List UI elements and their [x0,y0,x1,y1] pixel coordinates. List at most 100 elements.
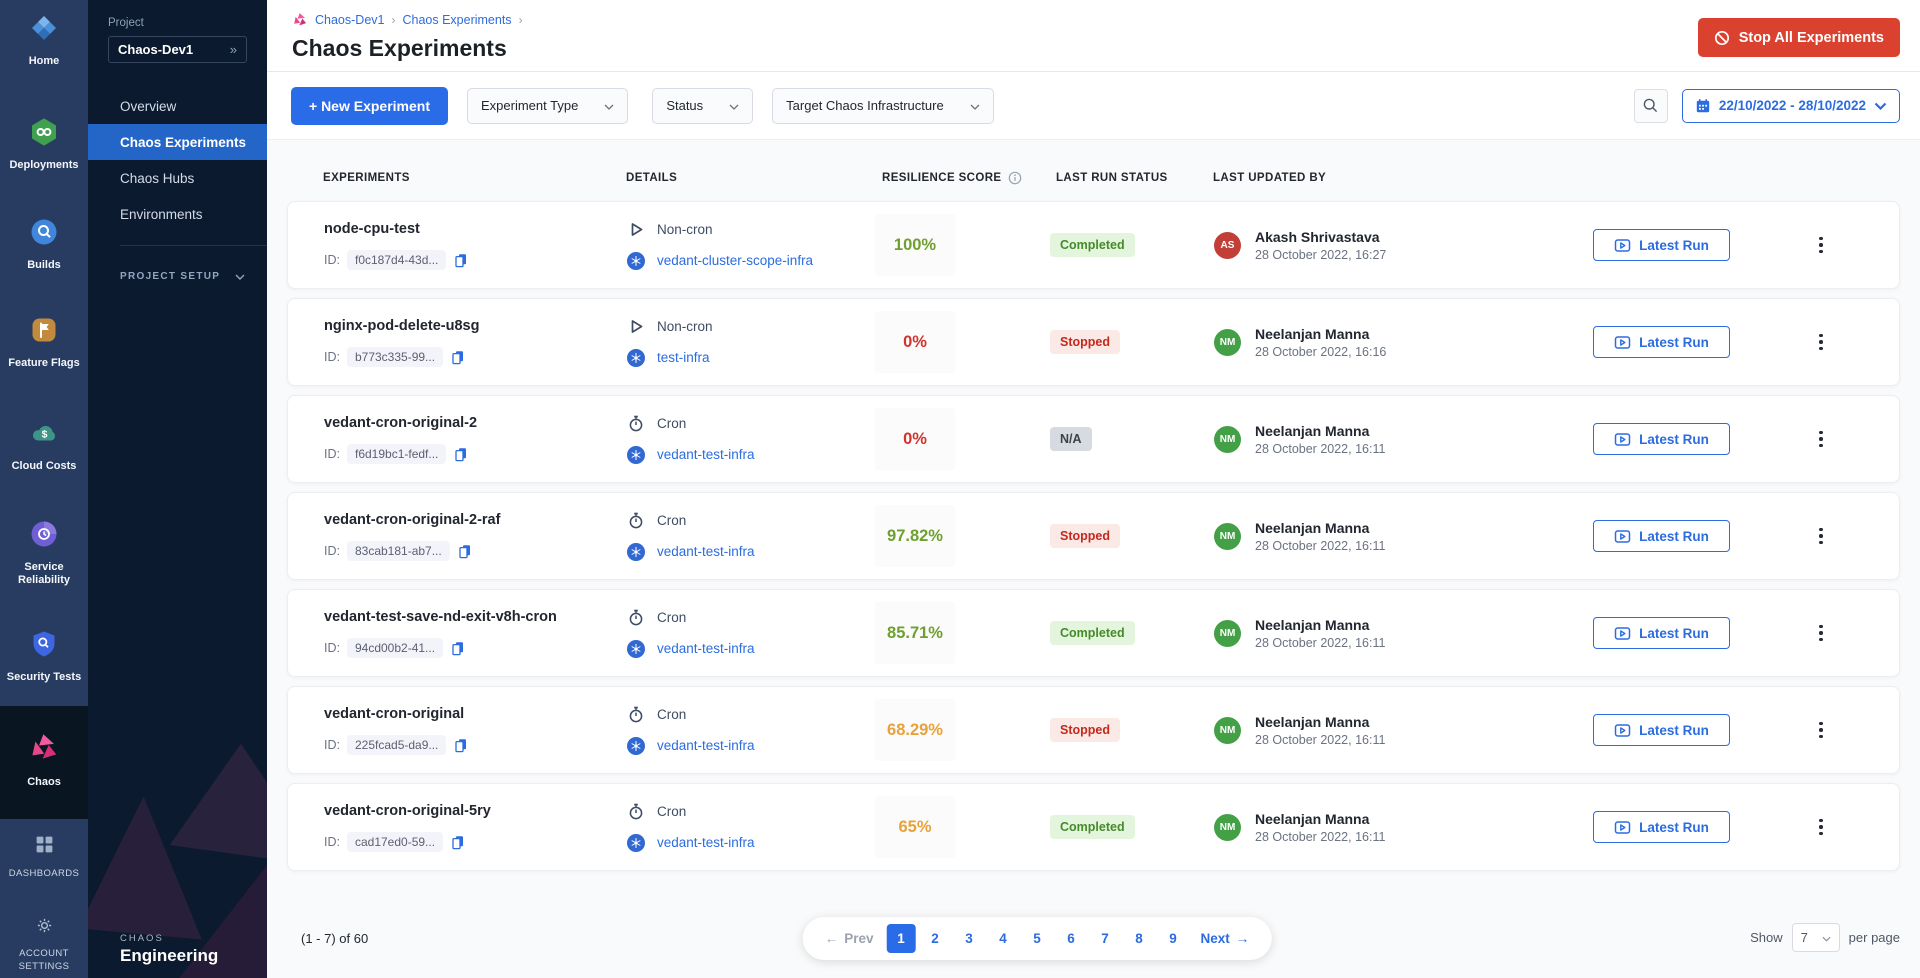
latest-run-button[interactable]: Latest Run [1593,326,1730,358]
nav-item-security-tests[interactable]: Security Tests [0,629,88,684]
experiment-name[interactable]: vedant-cron-original-2 [324,415,627,431]
experiment-row[interactable]: vedant-cron-original-2 ID: f6d19bc1-fedf… [287,395,1900,483]
copy-icon[interactable] [450,834,466,850]
experiment-name[interactable]: vedant-cron-original [324,706,627,722]
nav-item-deployments[interactable]: Deployments [0,117,88,172]
page-button[interactable]: 8 [1125,924,1154,953]
copy-icon[interactable] [453,446,469,462]
project-setup-section[interactable]: PROJECT SETUP [88,267,267,285]
toolbar: + New Experiment Experiment Type Status … [267,72,1920,140]
date-range-picker[interactable]: 22/10/2022 - 28/10/2022 [1682,89,1900,123]
nav-item-account-settings[interactable]: ACCOUNT SETTINGS [0,916,88,973]
sidebar-item-chaos-hubs[interactable]: Chaos Hubs [88,160,267,196]
search-button[interactable] [1634,89,1668,123]
copy-icon[interactable] [453,737,469,753]
expand-chevrons-icon[interactable]: » [230,42,237,57]
nav-item-builds[interactable]: Builds [0,217,88,272]
page-button[interactable]: 5 [1023,924,1052,953]
row-menu-kebab-icon[interactable] [1813,714,1829,746]
nav-item-feature-flags[interactable]: Feature Flags [0,315,88,370]
infrastructure-link[interactable]: vedant-test-infra [657,447,755,462]
row-menu-kebab-icon[interactable] [1813,811,1829,843]
page-button[interactable]: 3 [955,924,984,953]
page-button[interactable]: 9 [1159,924,1188,953]
row-menu-kebab-icon[interactable] [1813,229,1829,261]
latest-run-button[interactable]: Latest Run [1593,520,1730,552]
experiment-name[interactable]: vedant-test-save-nd-exit-v8h-cron [324,609,627,625]
infrastructure-link[interactable]: test-infra [657,350,710,365]
latest-run-button[interactable]: Latest Run [1593,811,1730,843]
stop-all-experiments-button[interactable]: Stop All Experiments [1698,18,1900,57]
experiment-name[interactable]: node-cpu-test [324,221,627,237]
new-experiment-button[interactable]: + New Experiment [291,87,448,125]
experiment-row[interactable]: nginx-pod-delete-u8sg ID: b773c335-99...… [287,298,1900,386]
status-filter[interactable]: Status [652,88,753,124]
experiment-row[interactable]: vedant-test-save-nd-exit-v8h-cron ID: 94… [287,589,1900,677]
copy-icon[interactable] [450,349,466,365]
experiment-name[interactable]: vedant-cron-original-5ry [324,803,627,819]
nav-item-dashboards[interactable]: DASHBOARDS [0,834,88,880]
infrastructure-link[interactable]: vedant-test-infra [657,835,755,850]
score-cell: 97.82% [875,505,1050,567]
page-size-select[interactable]: 7 [1792,923,1840,952]
infrastructure-link[interactable]: vedant-test-infra [657,641,755,656]
nav-item-home[interactable]: Home [0,13,88,68]
breadcrumb-link-experiments[interactable]: Chaos Experiments [402,13,511,27]
sidebar-item-environments[interactable]: Environments [88,196,267,232]
nav-item-service-reliability[interactable]: Service Reliability [0,519,88,587]
page-button[interactable]: 2 [921,924,950,953]
copy-icon[interactable] [453,252,469,268]
page-button[interactable]: 7 [1091,924,1120,953]
updated-date: 28 October 2022, 16:11 [1255,442,1385,456]
page-button[interactable]: 6 [1057,924,1086,953]
nav-item-chaos-active[interactable]: Chaos [0,706,88,819]
schedule-type: Cron [657,416,686,431]
prev-page-button[interactable]: ← Prev [817,931,882,946]
actions-cell: Latest Run [1593,423,1743,455]
row-menu-kebab-icon[interactable] [1813,520,1829,552]
info-icon[interactable] [1008,171,1022,185]
schedule-line: Cron [627,803,875,820]
sidebar-item-chaos-experiments[interactable]: Chaos Experiments [88,124,267,160]
experiment-row[interactable]: node-cpu-test ID: f0c187d4-43d... Non-cr… [287,201,1900,289]
copy-icon[interactable] [457,543,473,559]
schedule-type: Cron [657,804,686,819]
arrow-left-icon: ← [825,931,839,946]
breadcrumb-separator: › [519,13,523,27]
project-selector[interactable]: Chaos-Dev1 » [108,36,247,63]
experiment-cell: vedant-cron-original-2 ID: f6d19bc1-fedf… [288,415,627,464]
experiment-row[interactable]: vedant-cron-original ID: 225fcad5-da9...… [287,686,1900,774]
latest-run-button[interactable]: Latest Run [1593,617,1730,649]
latest-run-button[interactable]: Latest Run [1593,423,1730,455]
experiment-name[interactable]: vedant-cron-original-2-raf [324,512,627,528]
prev-label: Prev [844,931,873,946]
infrastructure-link[interactable]: vedant-test-infra [657,544,755,559]
page-button[interactable]: 4 [989,924,1018,953]
chevron-down-icon [1874,102,1887,110]
play-icon [627,318,645,335]
row-menu-kebab-icon[interactable] [1813,423,1829,455]
row-menu-kebab-icon[interactable] [1813,326,1829,358]
nav-label: ACCOUNT SETTINGS [13,947,75,973]
infrastructure-link[interactable]: vedant-cluster-scope-infra [657,253,813,268]
experiment-row[interactable]: vedant-cron-original-2-raf ID: 83cab181-… [287,492,1900,580]
target-infrastructure-filter[interactable]: Target Chaos Infrastructure [772,88,994,124]
copy-icon[interactable] [450,640,466,656]
latest-run-label: Latest Run [1639,626,1709,641]
experiment-id-line: ID: 225fcad5-da9... [324,735,627,755]
infrastructure-link[interactable]: vedant-test-infra [657,738,755,753]
latest-run-button[interactable]: Latest Run [1593,229,1730,261]
nav-item-cloud-costs[interactable]: $ Cloud Costs [0,418,88,473]
breadcrumb-link-project[interactable]: Chaos-Dev1 [315,13,384,27]
actions-cell: Latest Run [1593,520,1743,552]
latest-run-label: Latest Run [1639,529,1709,544]
experiment-type-filter[interactable]: Experiment Type [467,88,628,124]
next-page-button[interactable]: Next → [1193,931,1258,946]
latest-run-button[interactable]: Latest Run [1593,714,1730,746]
page-button[interactable]: 1 [887,924,916,953]
schedule-type: Cron [657,610,686,625]
row-menu-kebab-icon[interactable] [1813,617,1829,649]
experiment-name[interactable]: nginx-pod-delete-u8sg [324,318,627,334]
sidebar-item-overview[interactable]: Overview [88,88,267,124]
experiment-row[interactable]: vedant-cron-original-5ry ID: cad17ed0-59… [287,783,1900,871]
